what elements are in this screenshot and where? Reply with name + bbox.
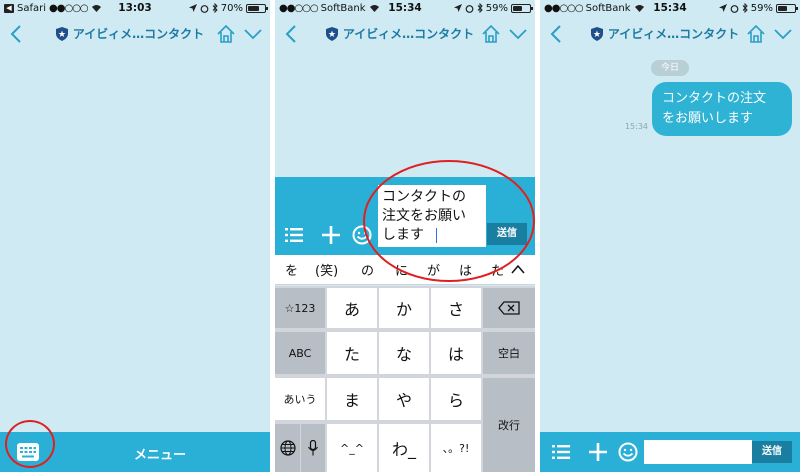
key-abc[interactable]: ABC — [275, 332, 325, 374]
menu-button[interactable]: メニュー — [50, 444, 270, 463]
battery-percent: 59% — [750, 2, 773, 14]
chat-title: アイビィメ…コンタクト — [315, 25, 485, 42]
key-mic[interactable] — [301, 424, 325, 472]
alarm-icon — [730, 4, 739, 13]
key-wa[interactable]: わ_ — [379, 424, 429, 472]
back-chevron-icon[interactable] — [283, 24, 301, 44]
phone-screen-1: ◀ Safari ●●○○○ 13:03 70% アイビィメ…コンタクト メニュ… — [0, 0, 270, 472]
chat-title-text: アイビィメ…コンタクト — [342, 27, 475, 41]
key-return[interactable]: 改行 — [483, 378, 535, 472]
back-chevron-icon[interactable] — [8, 24, 26, 44]
list-icon[interactable] — [552, 444, 570, 460]
smile-icon[interactable] — [618, 442, 638, 462]
phone-screen-3: ●●○○○ SoftBank 15:34 59% アイビィメ…コンタクト 今日 — [540, 0, 800, 472]
chat-title-text: アイビィメ…コンタクト — [607, 27, 740, 41]
key-kana[interactable]: あいう — [275, 378, 325, 420]
highlight-circle — [5, 420, 55, 468]
battery-icon — [511, 3, 533, 13]
chat-title: アイビィメ…コンタクト — [40, 25, 220, 42]
key-ha[interactable]: は — [431, 332, 481, 374]
battery-level — [248, 5, 259, 11]
shield-icon — [55, 26, 68, 41]
chat-title: アイビィメ…コンタクト — [580, 25, 750, 42]
keyboard: ☆123 ABC あいう あ か さ た な は ま や ら ^_^ わ_ 、。… — [275, 286, 535, 472]
location-icon — [453, 4, 462, 12]
key-sa[interactable]: さ — [431, 288, 481, 328]
key-globe[interactable] — [275, 424, 300, 472]
shield-icon — [590, 26, 603, 41]
status-bar: ●●○○○ SoftBank 15:34 59% — [540, 0, 800, 16]
composer-bar: 送信 — [540, 432, 800, 472]
chat-header: アイビィメ…コンタクト — [275, 18, 535, 50]
alarm-icon — [465, 4, 474, 13]
chevron-down-icon[interactable] — [244, 26, 262, 42]
globe-icon — [279, 440, 296, 456]
delete-icon — [498, 301, 520, 315]
suggestion-item[interactable]: の — [361, 260, 374, 279]
key-na[interactable]: な — [379, 332, 429, 374]
status-bar: ●●○○○ SoftBank 15:34 59% — [275, 0, 535, 16]
home-icon[interactable] — [746, 24, 766, 44]
key-ra[interactable]: ら — [431, 378, 481, 420]
key-ma[interactable]: ま — [327, 378, 377, 420]
bluetooth-icon — [212, 3, 218, 13]
battery-percent: 59% — [485, 2, 508, 14]
shield-icon — [325, 26, 338, 41]
message-line: をお願いします — [662, 111, 754, 126]
key-a[interactable]: あ — [327, 288, 377, 328]
message-time: 15:34 — [624, 122, 648, 131]
phone-screen-2: ●●○○○ SoftBank 15:34 59% アイビィメ…コンタクト コンタ… — [275, 0, 535, 472]
battery-level — [513, 5, 522, 11]
chevron-down-icon[interactable] — [509, 26, 527, 42]
message-input[interactable] — [644, 440, 752, 464]
chevron-down-icon[interactable] — [774, 26, 792, 42]
mic-icon — [308, 440, 318, 456]
chat-header: アイビィメ…コンタクト — [0, 18, 270, 50]
battery-icon — [776, 3, 798, 13]
message-bubble[interactable]: コンタクトの注文 をお願いします — [652, 82, 792, 136]
location-icon — [718, 4, 727, 12]
key-numbers[interactable]: ☆123 — [275, 288, 325, 328]
send-button[interactable]: 送信 — [752, 441, 792, 463]
key-ta[interactable]: た — [327, 332, 377, 374]
home-icon[interactable] — [216, 24, 236, 44]
chat-title-text: アイビィメ…コンタクト — [72, 27, 205, 41]
key-ya[interactable]: や — [379, 378, 429, 420]
suggestion-item[interactable]: を — [285, 260, 298, 279]
key-delete[interactable] — [483, 288, 535, 328]
battery-percent: 70% — [220, 2, 243, 14]
message-line: コンタクトの注文 — [662, 91, 767, 106]
location-icon — [188, 4, 197, 12]
key-space[interactable]: 空白 — [483, 332, 535, 374]
bluetooth-icon — [477, 3, 483, 13]
chat-header: アイビィメ…コンタクト — [540, 18, 800, 50]
bluetooth-icon — [742, 3, 748, 13]
date-separator: 今日 — [651, 60, 689, 76]
key-ka[interactable]: か — [379, 288, 429, 328]
plus-icon[interactable] — [322, 226, 340, 244]
alarm-icon — [200, 4, 209, 13]
suggestion-item[interactable]: (笑) — [315, 260, 338, 279]
list-icon[interactable] — [285, 227, 303, 243]
key-punctuation[interactable]: 、。?! — [431, 424, 481, 472]
home-icon[interactable] — [481, 24, 501, 44]
highlight-circle — [363, 160, 535, 282]
key-emoticon[interactable]: ^_^ — [327, 424, 377, 472]
expand-suggestions-icon[interactable] — [511, 264, 525, 274]
plus-icon[interactable] — [589, 443, 607, 461]
battery-level — [778, 5, 787, 11]
status-bar: ◀ Safari ●●○○○ 13:03 70% — [0, 0, 270, 16]
battery-icon — [246, 3, 268, 13]
back-chevron-icon[interactable] — [548, 24, 566, 44]
stage: ◀ Safari ●●○○○ 13:03 70% アイビィメ…コンタクト メニュ… — [0, 0, 800, 472]
